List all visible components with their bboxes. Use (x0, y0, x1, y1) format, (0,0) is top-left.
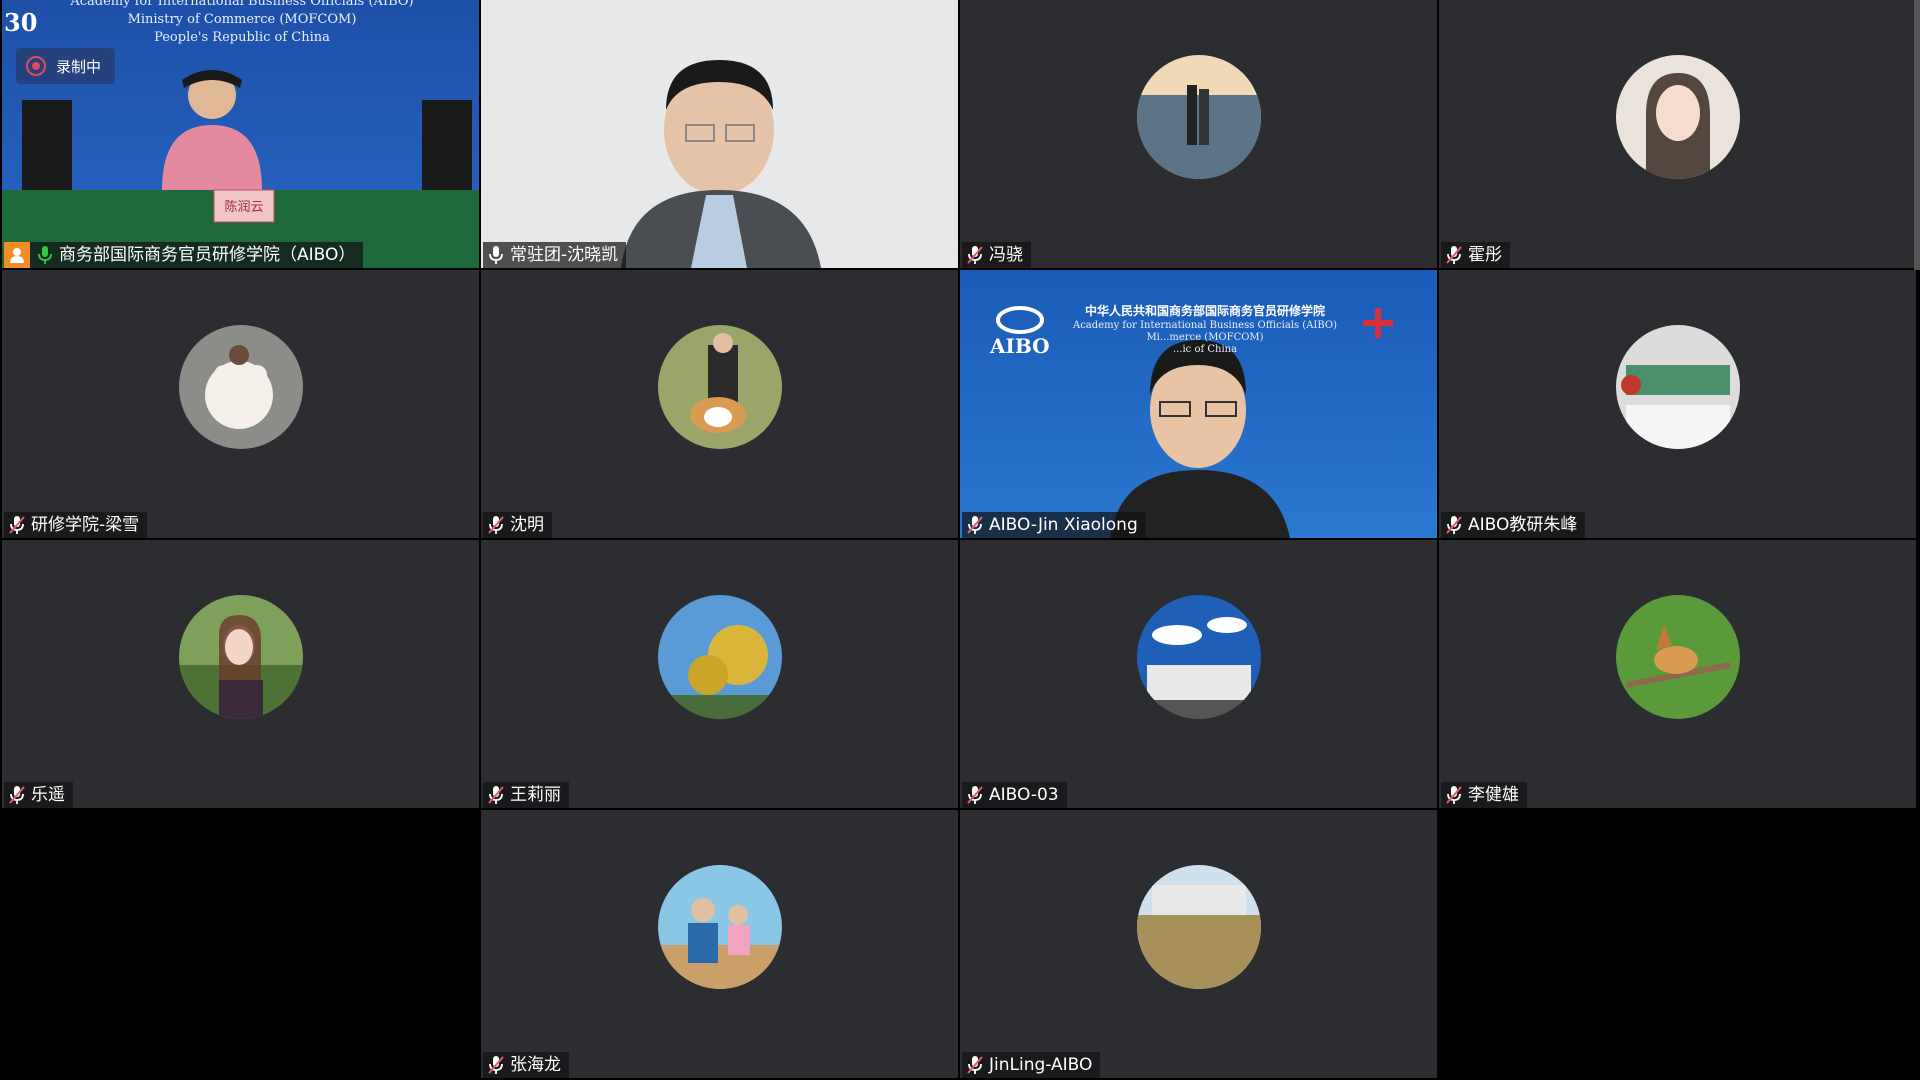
participant-nameplate: AIBO教研朱峰 (1441, 512, 1586, 538)
recording-label: 录制中 (56, 57, 102, 76)
participant-nameplate: 霍彤 (1441, 242, 1510, 268)
avatar (1136, 55, 1261, 179)
video-gallery: Academy for International Business Offic… (0, 0, 1920, 1080)
backdrop-text: Ministry of Commerce (MOFCOM) (127, 12, 357, 27)
participant-tile[interactable]: 常驻团-沈晓凯 (481, 0, 958, 268)
host-icon (4, 242, 30, 268)
recording-indicator[interactable]: 录制中 (16, 48, 116, 84)
avatar (1615, 55, 1740, 179)
mic-muted-icon (1445, 785, 1463, 805)
host-video-feed: Academy for International Business Offic… (2, 0, 479, 268)
avatar (1136, 865, 1261, 989)
mic-muted-icon (1445, 515, 1463, 535)
participant-name: 商务部国际商务官员研修学院（AIBO） (59, 245, 356, 265)
participant-nameplate: 李健雄 (1441, 782, 1527, 808)
participant-tile[interactable]: 霍彤 (1439, 0, 1916, 268)
mic-muted-icon (487, 1055, 505, 1075)
participant-tile[interactable]: 冯骁 (960, 0, 1437, 268)
backdrop-text: Mi...merce (MOFCOM) (1146, 332, 1264, 343)
backdrop-text: ...ic of China (1172, 344, 1238, 355)
scrollbar[interactable] (1914, 0, 1920, 270)
participant-name: 冯骁 (989, 245, 1023, 265)
participant-name: 霍彤 (1468, 245, 1502, 265)
participant-name: 乐遥 (31, 785, 65, 805)
participant-tile[interactable]: 研修学院-梁雪 (2, 270, 479, 538)
backdrop-fragment: 30 (4, 8, 38, 37)
avatar (1136, 595, 1261, 719)
participant-nameplate: 商务部国际商务官员研修学院（AIBO） (4, 242, 364, 268)
participant-tile[interactable]: 李健雄 (1439, 540, 1916, 808)
participant-nameplate: 乐遥 (4, 782, 73, 808)
participant-tile[interactable]: AIBO-03 (960, 540, 1437, 808)
mic-muted-icon (8, 515, 26, 535)
participant-nameplate: JinLing-AIBO (962, 1052, 1101, 1078)
participant-nameplate: 冯骁 (962, 242, 1031, 268)
mic-muted-icon (966, 785, 984, 805)
participant-tile[interactable]: 王莉丽 (481, 540, 958, 808)
participant-nameplate: 常驻团-沈晓凯 (483, 242, 627, 268)
participant-nameplate: 张海龙 (483, 1052, 569, 1078)
participant-tile[interactable]: Academy for International Business Offic… (2, 0, 479, 268)
microphone-icon (36, 245, 54, 265)
mic-muted-icon (8, 785, 26, 805)
empty-tile (2, 810, 479, 1078)
participant-nameplate: 王莉丽 (483, 782, 569, 808)
avatar (178, 595, 303, 719)
participant-tile[interactable]: 中华人民共和国商务部国际商务官员研修学院 Academy for Internat… (960, 270, 1437, 538)
mic-muted-icon (1445, 245, 1463, 265)
participant-tile[interactable]: 张海龙 (481, 810, 958, 1078)
participant-nameplate: AIBO-03 (962, 782, 1067, 808)
mic-muted-icon (966, 515, 984, 535)
participant-tile[interactable]: 沈明 (481, 270, 958, 538)
participant-video-feed (481, 0, 958, 268)
mic-muted-icon (966, 245, 984, 265)
participant-nameplate: AIBO-Jin Xiaolong (962, 512, 1146, 538)
mic-muted-icon (487, 515, 505, 535)
avatar (178, 325, 303, 449)
mic-muted-icon (966, 1055, 984, 1075)
avatar (657, 595, 782, 719)
avatar (1615, 595, 1740, 719)
aibo-logo: AIBO (990, 334, 1050, 358)
microphone-icon (487, 245, 505, 265)
record-icon (26, 56, 46, 76)
participant-name: AIBO-03 (989, 785, 1059, 805)
participant-nameplate: 沈明 (483, 512, 552, 538)
backdrop-text: Academy for International Business Offic… (1072, 320, 1338, 331)
backdrop-text: People's Republic of China (154, 30, 330, 45)
participant-name: 常驻团-沈晓凯 (510, 245, 619, 265)
avatar (657, 325, 782, 449)
participant-tile[interactable]: JinLing-AIBO (960, 810, 1437, 1078)
participant-tile[interactable]: AIBO教研朱峰 (1439, 270, 1916, 538)
participant-nameplate: 研修学院-梁雪 (4, 512, 148, 538)
empty-tile (1439, 810, 1916, 1078)
participant-name: 李健雄 (1468, 785, 1519, 805)
avatar (657, 865, 782, 989)
mic-muted-icon (487, 785, 505, 805)
avatar (1615, 325, 1740, 449)
name-card: 陈润云 (224, 200, 264, 215)
participant-tile[interactable]: 乐遥 (2, 540, 479, 808)
participant-name: 研修学院-梁雪 (31, 515, 140, 535)
participant-name: AIBO教研朱峰 (1468, 515, 1578, 535)
participant-name: 王莉丽 (510, 785, 561, 805)
participant-video-feed: 中华人民共和国商务部国际商务官员研修学院 Academy for Internat… (960, 270, 1437, 538)
backdrop-title: 中华人民共和国商务部国际商务官员研修学院 (1084, 304, 1325, 318)
participant-name: AIBO-Jin Xiaolong (989, 515, 1138, 535)
participant-name: 沈明 (510, 515, 544, 535)
participant-name: 张海龙 (510, 1055, 561, 1075)
backdrop-text: Academy for International Business Offic… (70, 0, 414, 9)
participant-name: JinLing-AIBO (989, 1055, 1093, 1075)
